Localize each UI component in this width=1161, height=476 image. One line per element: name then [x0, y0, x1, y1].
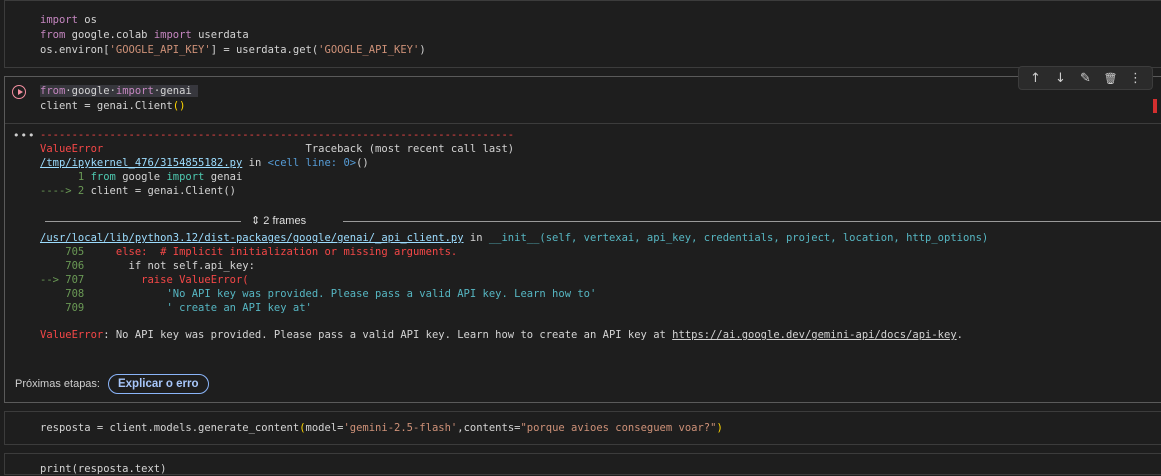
next-steps-label: Próximas etapas:: [15, 378, 100, 390]
traceback-line: ----> 2 client = genai.Client(): [40, 185, 236, 197]
traceback-file-link[interactable]: /tmp/ipykernel_476/3154855182.py: [40, 157, 242, 169]
move-down-icon[interactable]: ↓: [1048, 68, 1073, 88]
error-message: ValueError: No API key was provided. Ple…: [40, 329, 963, 341]
traceback-line: 1 from google import genai: [40, 171, 243, 183]
next-steps: Próximas etapas: Explicar o erro: [15, 374, 209, 394]
code-line: import os: [40, 14, 97, 26]
source-line: 706 if not self.api_key:: [40, 260, 255, 272]
cell-toolbar: ↑ ↓ ✎ 🗑 ⋮: [1018, 66, 1153, 90]
run-cell-button[interactable]: [12, 85, 26, 99]
divider: [343, 221, 1161, 222]
code-cell-4[interactable]: print(resposta.text): [4, 453, 1161, 475]
code-line: os.environ['GOOGLE_API_KEY'] = userdata.…: [40, 44, 426, 56]
source-line: 708 'No API key was provided. Please pas…: [40, 288, 597, 300]
error-marker: [1153, 99, 1157, 113]
source-line: 709 ' create an API key at': [40, 302, 312, 314]
output-menu-icon[interactable]: •••: [13, 129, 35, 142]
source-line: --> 707 raise ValueError(: [40, 274, 249, 286]
traceback-file: /usr/local/lib/python3.12/dist-packages/…: [40, 232, 989, 244]
delete-icon[interactable]: 🗑: [1098, 68, 1123, 88]
code-line: from·google·import·genai: [40, 84, 199, 98]
code-cell-1[interactable]: import os from google.colab import userd…: [4, 0, 1161, 68]
move-up-icon[interactable]: ↑: [1023, 68, 1048, 88]
code-line: resposta = client.models.generate_conten…: [40, 422, 723, 434]
traceback-dashes: ----------------------------------------…: [40, 129, 515, 141]
explain-error-button[interactable]: Explicar o erro: [107, 374, 209, 394]
traceback-header: ValueError Traceback (most recent call l…: [40, 143, 515, 155]
divider: [45, 221, 241, 222]
traceback-file: /tmp/ipykernel_476/3154855182.py in <cel…: [40, 157, 369, 169]
code-cell-3[interactable]: resposta = client.models.generate_conten…: [4, 411, 1161, 445]
code-line: client = genai.Client(): [40, 100, 186, 112]
edit-icon[interactable]: ✎: [1073, 68, 1098, 88]
traceback-file-link[interactable]: /usr/local/lib/python3.12/dist-packages/…: [40, 232, 464, 244]
code-line: print(resposta.text): [40, 463, 167, 475]
code-line: from google.colab import userdata: [40, 29, 249, 41]
frames-collapser[interactable]: ⇕ 2 frames: [45, 214, 1161, 228]
code-cell-2[interactable]: ↑ ↓ ✎ 🗑 ⋮ from·google·import·genai clien…: [4, 66, 1161, 403]
output-divider: [5, 123, 1161, 124]
frames-toggle[interactable]: ⇕ 2 frames: [251, 214, 306, 228]
more-options-icon[interactable]: ⋮: [1123, 68, 1148, 88]
source-line: 705 else: # Implicit initialization or m…: [40, 246, 458, 258]
api-key-link[interactable]: https://ai.google.dev/gemini-api/docs/ap…: [672, 329, 956, 341]
